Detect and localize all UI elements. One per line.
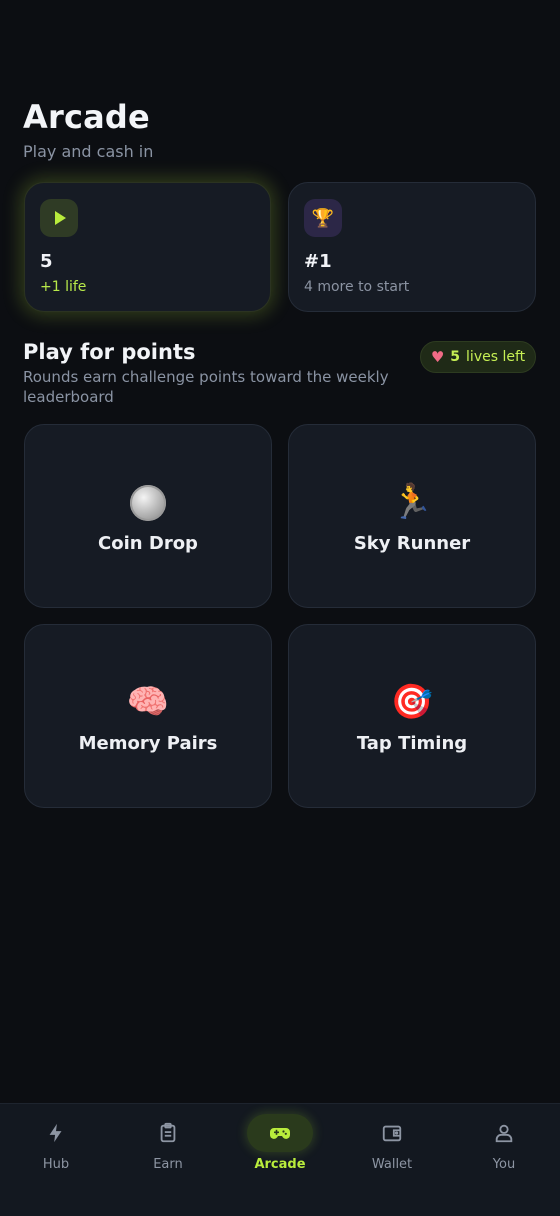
game-name: Sky Runner [353, 533, 471, 554]
target-icon: 🎯 [390, 682, 434, 722]
lives-left-count: 5 [450, 349, 461, 365]
lives-left-badge: ♥ 5 lives left [420, 341, 536, 373]
game-card-sky-runner[interactable]: 🏃 Sky Runner [288, 424, 536, 608]
bolt-icon [43, 1120, 69, 1146]
section-description: Rounds earn challenge points toward the … [23, 368, 389, 406]
game-card-memory-pairs[interactable]: 🧠 Memory Pairs [24, 624, 272, 808]
lives-left-label: lives left [466, 349, 526, 365]
game-name: Coin Drop [98, 533, 198, 554]
trophy-icon: 🏆 [304, 199, 342, 237]
nav-label: Hub [42, 1157, 70, 1172]
lives-stat-card[interactable]: 5 +1 life [24, 182, 271, 312]
rank-value: #1 [304, 251, 332, 272]
gamepad-icon [267, 1120, 293, 1146]
wallet-icon [379, 1120, 405, 1146]
bottom-nav: Hub Earn Arcade Wallet You [0, 1103, 560, 1216]
heart-icon: ♥ [430, 347, 445, 366]
rank-sub: 4 more to start [304, 279, 410, 295]
nav-label: Earn [153, 1157, 183, 1172]
nav-item-wallet[interactable]: Wallet [336, 1104, 448, 1194]
arcade-screen: Arcade Play and cash in 5 +1 life 🏆 #1 4… [0, 0, 560, 1216]
lives-sub: +1 life [40, 279, 87, 295]
coin-icon [130, 485, 166, 521]
nav-label: Arcade [254, 1157, 306, 1172]
rank-stat-card[interactable]: 🏆 #1 4 more to start [288, 182, 536, 312]
nav-item-arcade[interactable]: Arcade [224, 1104, 336, 1194]
game-name: Memory Pairs [78, 733, 218, 754]
nav-label: You [492, 1157, 516, 1172]
lives-value: 5 [40, 251, 53, 272]
nav-item-earn[interactable]: Earn [112, 1104, 224, 1194]
user-icon [491, 1120, 517, 1146]
section-title: Play for points [23, 340, 196, 364]
game-card-tap-timing[interactable]: 🎯 Tap Timing [288, 624, 536, 808]
game-card-coin-drop[interactable]: Coin Drop [24, 424, 272, 608]
page-title: Arcade [23, 98, 150, 136]
nav-item-hub[interactable]: Hub [0, 1104, 112, 1194]
game-name: Tap Timing [356, 733, 468, 754]
clipboard-icon [155, 1120, 181, 1146]
nav-item-you[interactable]: You [448, 1104, 560, 1194]
play-icon [40, 199, 78, 237]
brain-icon: 🧠 [126, 682, 170, 722]
page-subtitle: Play and cash in [23, 142, 154, 161]
runner-icon: 🏃 [390, 482, 434, 522]
nav-label: Wallet [371, 1157, 413, 1172]
